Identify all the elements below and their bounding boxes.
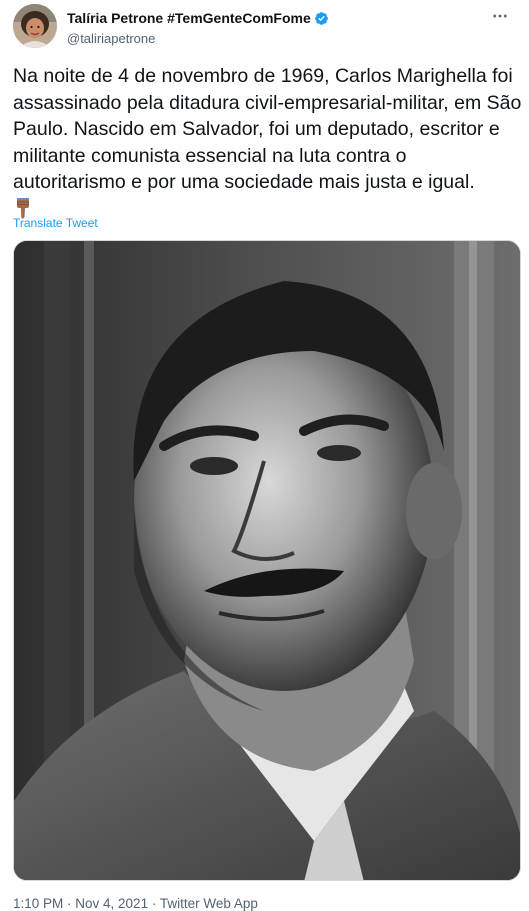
author-info: Talíria Petrone #TemGenteComFome @taliri…	[67, 9, 329, 46]
more-options-icon[interactable]	[490, 6, 510, 26]
display-name[interactable]: Talíria Petrone #TemGenteComFome	[67, 10, 311, 26]
display-name-row: Talíria Petrone #TemGenteComFome	[67, 9, 329, 27]
tweet-card: Talíria Petrone #TemGenteComFome @taliri…	[0, 0, 529, 911]
translate-tweet-link[interactable]: Translate Tweet	[13, 216, 98, 230]
verified-badge-icon	[314, 11, 329, 26]
portrait-photo	[14, 241, 520, 880]
author-handle[interactable]: @taliriapetrone	[67, 31, 329, 46]
avatar[interactable]	[13, 4, 57, 48]
tweet-photo[interactable]	[13, 240, 521, 881]
tweet-text: Na noite de 4 de novembro de 1969, Carlo…	[13, 63, 523, 219]
avatar-image	[13, 4, 57, 48]
tweet-header: Talíria Petrone #TemGenteComFome @taliri…	[13, 4, 518, 50]
tweet-body: Na noite de 4 de novembro de 1969, Carlo…	[13, 65, 527, 193]
